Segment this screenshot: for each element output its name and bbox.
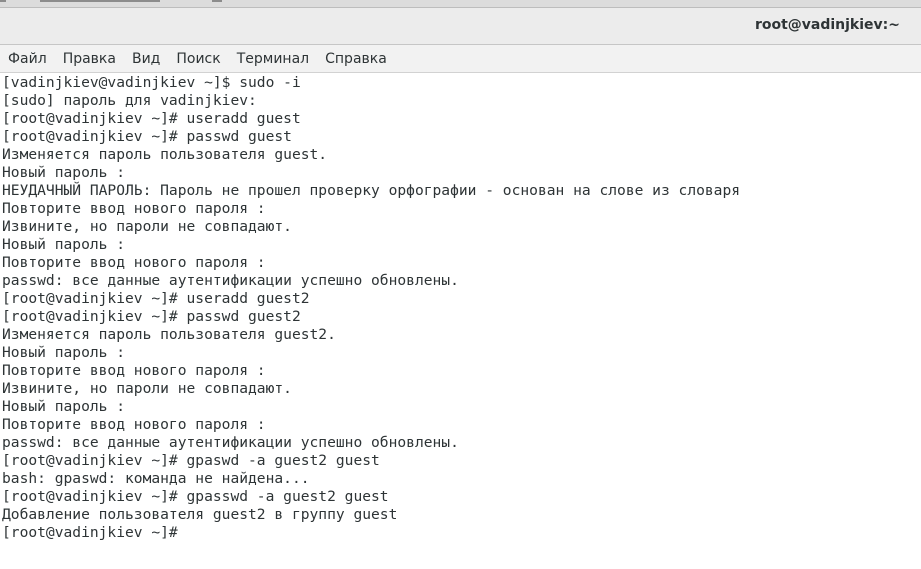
top-panel-strip	[0, 0, 921, 8]
menu-file[interactable]: Файл	[2, 48, 53, 70]
terminal-line: [root@vadinjkiev ~]# useradd guest2	[2, 290, 310, 307]
panel-mark	[212, 0, 222, 2]
terminal-prompt-line: [root@vadinjkiev ~]#	[2, 524, 178, 541]
menu-bar: Файл Правка Вид Поиск Терминал Справка	[0, 45, 921, 73]
terminal-line: [root@vadinjkiev ~]# gpaswd -a guest2 gu…	[2, 452, 380, 469]
terminal-line: Изменяется пароль пользователя guest2.	[2, 326, 336, 343]
terminal-line: passwd: все данные аутентификации успешн…	[2, 272, 459, 289]
panel-mark	[40, 0, 160, 2]
terminal-output-area[interactable]: [vadinjkiev@vadinjkiev ~]$ sudo -i [sudo…	[0, 73, 921, 569]
terminal-line: Повторите ввод нового пароля :	[2, 254, 266, 271]
terminal-line: Новый пароль :	[2, 398, 126, 415]
panel-mark	[0, 0, 6, 2]
terminal-line: [root@vadinjkiev ~]# gpasswd -a guest2 g…	[2, 488, 389, 505]
menu-edit[interactable]: Правка	[57, 48, 122, 70]
terminal-line: Добавление пользователя guest2 в группу …	[2, 506, 398, 523]
terminal-line: Повторите ввод нового пароля :	[2, 200, 266, 217]
menu-terminal[interactable]: Терминал	[231, 48, 315, 70]
terminal-line: Повторите ввод нового пароля :	[2, 416, 266, 433]
menu-help[interactable]: Справка	[319, 48, 393, 70]
terminal-lines: [vadinjkiev@vadinjkiev ~]$ sudo -i [sudo…	[2, 74, 740, 542]
terminal-line: [root@vadinjkiev ~]# passwd guest	[2, 128, 292, 145]
terminal-line: Новый пароль :	[2, 236, 126, 253]
menu-search[interactable]: Поиск	[170, 48, 226, 70]
terminal-line: Повторите ввод нового пароля :	[2, 362, 266, 379]
title-bar[interactable]: root@vadinjkiev:~	[0, 8, 921, 45]
terminal-line: bash: gpaswd: команда не найдена...	[2, 470, 310, 487]
terminal-line: [root@vadinjkiev ~]# passwd guest2	[2, 308, 301, 325]
terminal-window: root@vadinjkiev:~ Файл Правка Вид Поиск …	[0, 0, 921, 569]
terminal-line: [vadinjkiev@vadinjkiev ~]$ sudo -i	[2, 74, 301, 91]
terminal-line: [sudo] пароль для vadinjkiev:	[2, 92, 257, 109]
menu-view[interactable]: Вид	[126, 48, 166, 70]
window-title: root@vadinjkiev:~	[754, 17, 900, 33]
terminal-line: passwd: все данные аутентификации успешн…	[2, 434, 459, 451]
terminal-line: Извините, но пароли не совпадают.	[2, 218, 292, 235]
terminal-line: [root@vadinjkiev ~]# useradd guest	[2, 110, 301, 127]
terminal-line: Извините, но пароли не совпадают.	[2, 380, 292, 397]
terminal-line: НЕУДАЧНЫЙ ПАРОЛЬ: Пароль не прошел прове…	[2, 182, 741, 199]
terminal-line: Изменяется пароль пользователя guest.	[2, 146, 328, 163]
terminal-line: Новый пароль :	[2, 164, 126, 181]
terminal-line: Новый пароль :	[2, 344, 126, 361]
